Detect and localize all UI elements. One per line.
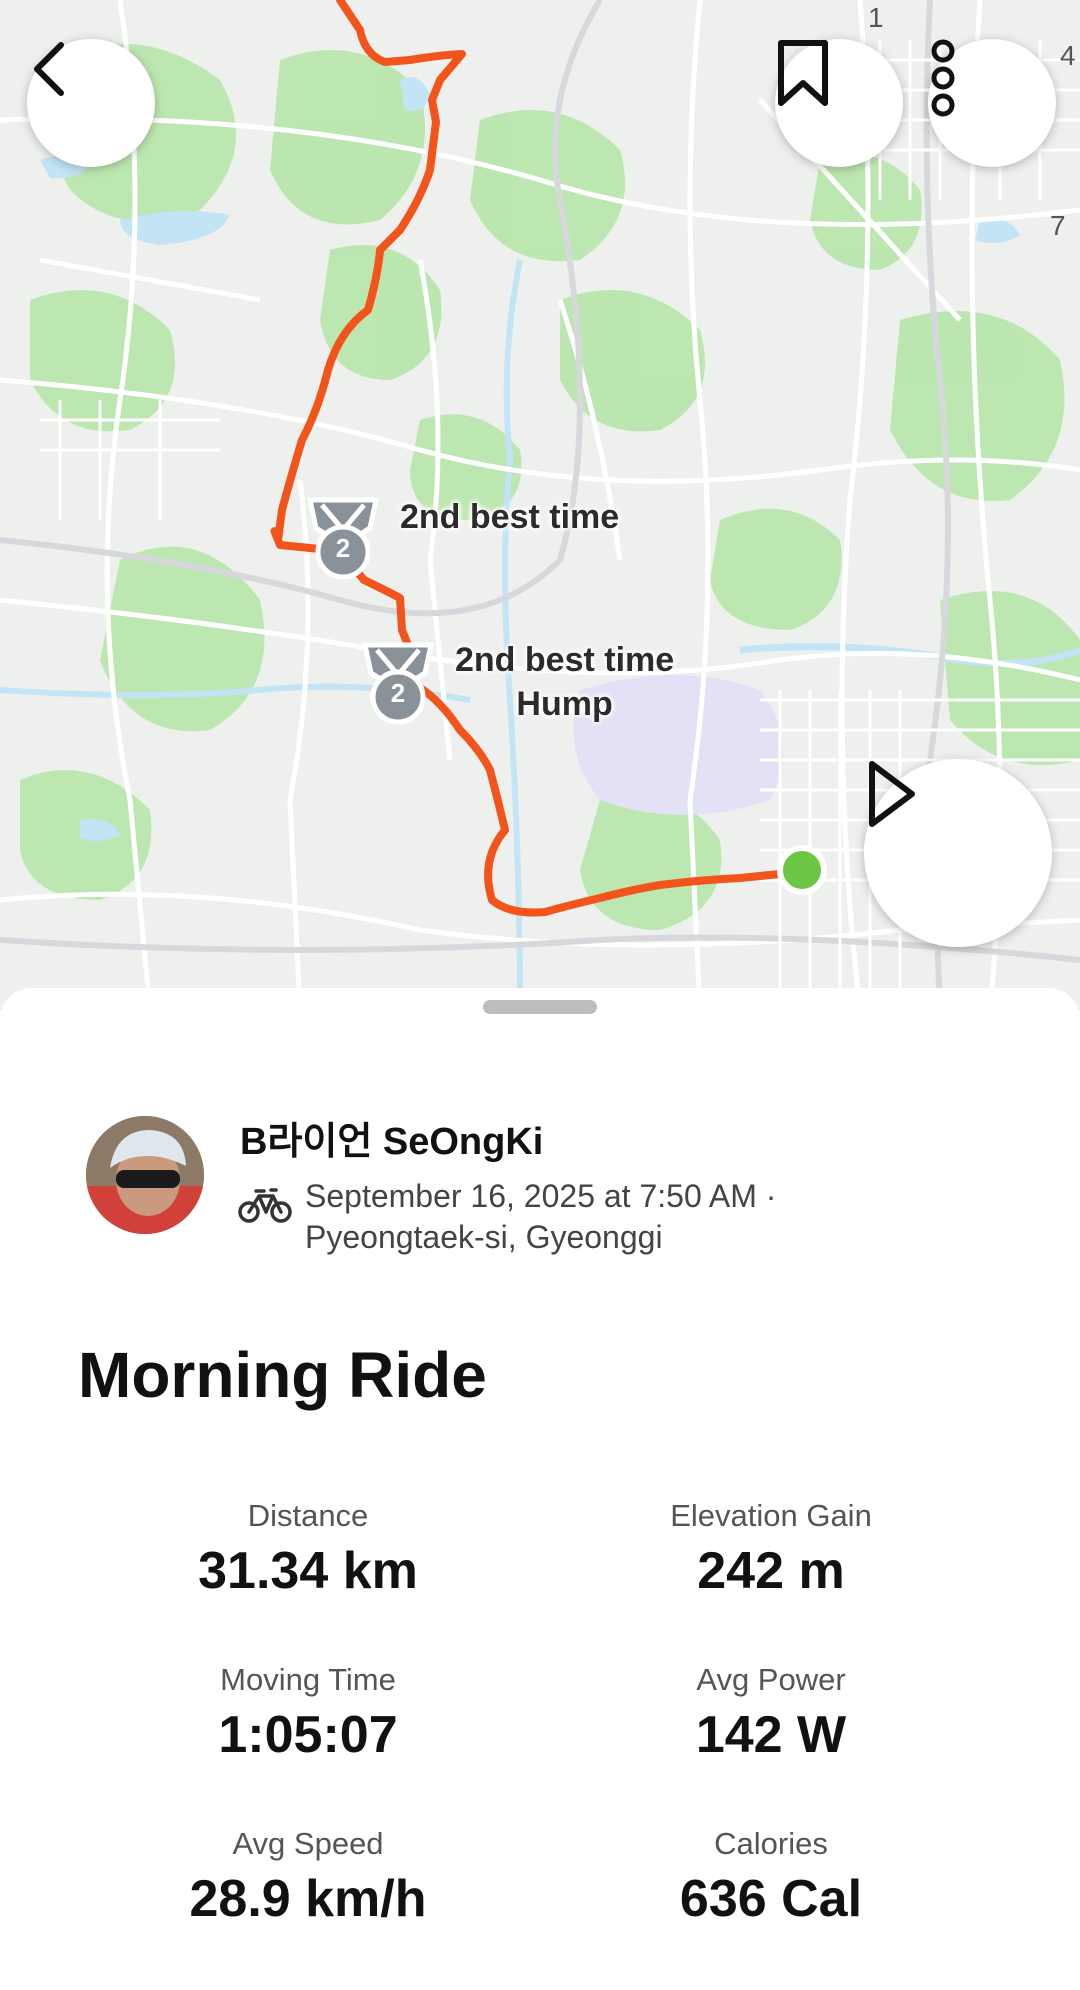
stat-avg-power: Avg Power 142 W	[541, 1660, 1001, 1766]
stat-moving-time: Moving Time 1:05:07	[78, 1660, 538, 1766]
stat-value: 1:05:07	[218, 1706, 398, 1764]
map-edge-number: 4	[1060, 40, 1076, 71]
bookmark-icon	[778, 40, 828, 106]
stat-calories: Calories 636 Cal	[541, 1824, 1001, 1930]
segment-label-1[interactable]: 2nd best time	[400, 495, 619, 539]
back-button[interactable]	[27, 39, 155, 167]
sheet-drag-handle[interactable]	[483, 1000, 597, 1014]
segment-achievement: 2nd best time	[400, 498, 620, 536]
bike-icon	[238, 1188, 292, 1223]
stat-value: 242 m	[697, 1542, 845, 1600]
segment-label-2[interactable]: 2nd best time Hump	[455, 638, 674, 726]
route-end-marker	[777, 845, 827, 895]
stat-label: Avg Power	[696, 1662, 846, 1697]
activity-location: Pyeongtaek-si, Gyeonggi	[305, 1219, 663, 1255]
segment-medal-rank-2: 2	[390, 678, 406, 708]
bookmark-button[interactable]	[775, 39, 903, 167]
segment-achievement: 2nd best time	[455, 641, 675, 679]
athlete-name[interactable]: B라이언 SeOngKi	[240, 1110, 543, 1165]
stat-value: 142 W	[695, 1706, 847, 1764]
stat-value: 28.9 km/h	[189, 1870, 427, 1928]
segment-name: Hump	[516, 685, 613, 723]
activity-title: Morning Ride	[78, 1339, 487, 1411]
stat-label: Elevation Gain	[670, 1498, 872, 1533]
stat-elevation-gain: Elevation Gain 242 m	[541, 1496, 1001, 1602]
segment-medal-rank-1: 2	[335, 533, 351, 563]
play-icon	[869, 761, 915, 827]
map-edge-number: 7	[1050, 210, 1066, 241]
more-vertical-icon	[931, 39, 955, 117]
chevron-left-icon	[34, 42, 64, 96]
route-map[interactable]: 2 2 2nd best time 2nd best time Hump 1 4…	[0, 0, 1080, 1010]
stat-label: Distance	[247, 1498, 369, 1533]
stat-label: Avg Speed	[232, 1826, 384, 1861]
stat-label: Calories	[714, 1826, 828, 1861]
stat-label: Moving Time	[220, 1662, 396, 1697]
stat-value: 636 Cal	[679, 1870, 863, 1928]
stat-value: 31.34 km	[198, 1542, 418, 1600]
activity-sheet: B라이언 SeOngKi September 16, 2025 at 7:50 …	[0, 988, 1080, 1990]
stat-distance: Distance 31.34 km	[78, 1496, 538, 1602]
flyover-play-button[interactable]	[864, 759, 1052, 947]
map-edge-number: 1	[868, 2, 884, 33]
more-options-button[interactable]	[928, 39, 1056, 167]
avatar[interactable]	[86, 1116, 204, 1234]
activity-meta: September 16, 2025 at 7:50 AM · Pyeongta…	[305, 1176, 776, 1258]
stat-avg-speed: Avg Speed 28.9 km/h	[78, 1824, 538, 1930]
activity-date: September 16, 2025 at 7:50 AM ·	[305, 1178, 777, 1214]
